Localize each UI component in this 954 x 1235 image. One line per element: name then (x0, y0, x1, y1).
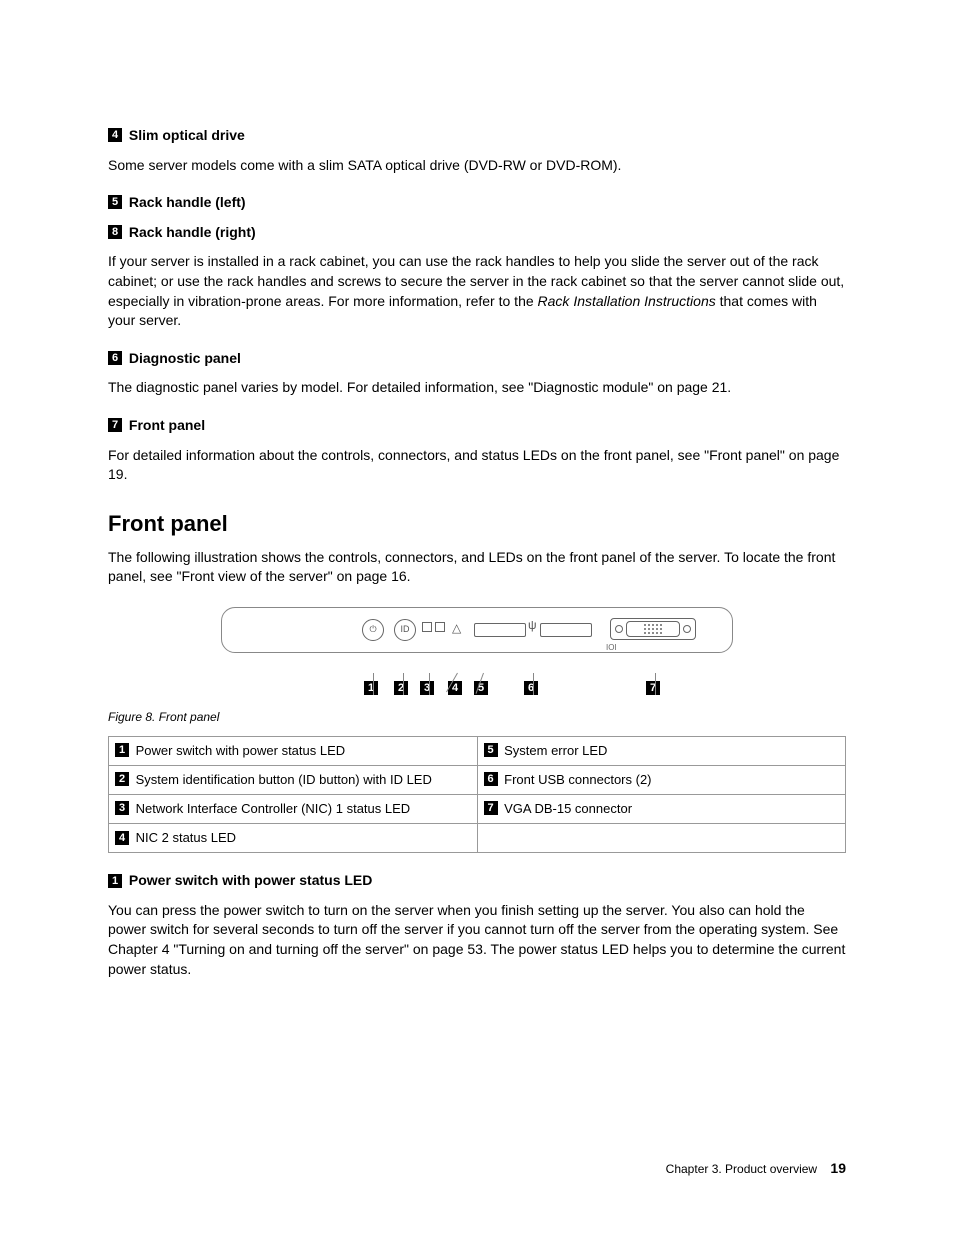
heading-diagnostic: 6 Diagnostic panel (108, 349, 846, 369)
table-row: 1 Power switch with power status LED 5 S… (109, 736, 846, 765)
fig-callout-3: 3 (420, 681, 434, 695)
tcell-empty (477, 824, 846, 853)
title-front-panel-item: Front panel (129, 417, 205, 433)
heading-slim-optical: 4 Slim optical drive (108, 126, 846, 146)
tcell-2-num: 2 (115, 772, 129, 786)
heading-rack-right: 8 Rack handle (right) (108, 223, 846, 243)
body-slim-optical: Some server models come with a slim SATA… (108, 156, 846, 176)
callout-7: 7 (108, 418, 122, 432)
id-button-icon: ID (394, 619, 416, 641)
fig-callout-7: 7 (646, 681, 660, 695)
fig-callout-6: 6 (524, 681, 538, 695)
callout-5: 5 (108, 195, 122, 209)
fig-callout-1: 1 (364, 681, 378, 695)
title-rack-right: Rack handle (right) (129, 224, 256, 240)
footer-chapter: Chapter 3. Product overview (666, 1162, 817, 1176)
tcell-6-text: Front USB connectors (2) (504, 772, 651, 787)
tcell-5-num: 5 (484, 743, 498, 757)
title-rack-left: Rack handle (left) (129, 194, 246, 210)
heading-power-switch: 1 Power switch with power status LED (108, 871, 846, 891)
heading-rack-left: 5 Rack handle (left) (108, 193, 846, 213)
table-row: 3 Network Interface Controller (NIC) 1 s… (109, 794, 846, 823)
footer-page-number: 19 (830, 1160, 846, 1176)
usb-slot-1-icon (474, 623, 526, 637)
title-diagnostic: Diagnostic panel (129, 350, 241, 366)
rack-doc-title: Rack Installation Instructions (538, 293, 716, 309)
tcell-5-text: System error LED (504, 743, 607, 758)
section-intro: The following illustration shows the con… (108, 548, 846, 587)
callout-6: 6 (108, 351, 122, 365)
page-footer: Chapter 3. Product overview 19 (666, 1159, 846, 1179)
figure-labels: 1 2 3 4 5 6 7 (221, 657, 733, 691)
body-front-panel-item: For detailed information about the contr… (108, 446, 846, 485)
warning-icon: △ (452, 620, 461, 637)
body-rack-handles: If your server is installed in a rack ca… (108, 252, 846, 330)
tcell-1-text: Power switch with power status LED (136, 743, 346, 758)
page-container: 4 Slim optical drive Some server models … (0, 0, 954, 1235)
tcell-7-text: VGA DB-15 connector (504, 801, 632, 816)
body-diagnostic: The diagnostic panel varies by model. Fo… (108, 378, 846, 398)
tcell-6-num: 6 (484, 772, 498, 786)
tcell-3-text: Network Interface Controller (NIC) 1 sta… (136, 801, 411, 816)
tcell-4-text: NIC 2 status LED (136, 830, 236, 845)
title-slim-optical: Slim optical drive (129, 127, 245, 143)
section-heading-front-panel: Front panel (108, 509, 846, 540)
table-row: 2 System identification button (ID butto… (109, 765, 846, 794)
vga-label-icon: IOI (606, 642, 617, 653)
nic-leds-icon (422, 622, 445, 632)
callout-4: 4 (108, 128, 122, 142)
callout-8: 8 (108, 225, 122, 239)
table-row: 4 NIC 2 status LED (109, 824, 846, 853)
figure-caption: Figure 8. Front panel (108, 709, 846, 726)
tcell-2-text: System identification button (ID button)… (136, 772, 432, 787)
callout-1: 1 (108, 874, 122, 888)
power-button-icon: ⏻ (362, 619, 384, 641)
vga-connector-icon (610, 618, 696, 640)
heading-front-panel-item: 7 Front panel (108, 416, 846, 436)
usb-symbol-icon: ψ (528, 617, 537, 634)
tcell-1-num: 1 (115, 743, 129, 757)
tcell-4-num: 4 (115, 831, 129, 845)
tcell-3-num: 3 (115, 801, 129, 815)
body-power-switch: You can press the power switch to turn o… (108, 901, 846, 979)
usb-slot-2-icon (540, 623, 592, 637)
figure-front-panel: ⏻ ID △ ψ IOI 1 2 3 4 (221, 607, 733, 691)
front-panel-diagram: ⏻ ID △ ψ IOI (221, 607, 733, 653)
fig-callout-2: 2 (394, 681, 408, 695)
title-power-switch: Power switch with power status LED (129, 872, 372, 888)
tcell-7-num: 7 (484, 801, 498, 815)
legend-table: 1 Power switch with power status LED 5 S… (108, 736, 846, 854)
